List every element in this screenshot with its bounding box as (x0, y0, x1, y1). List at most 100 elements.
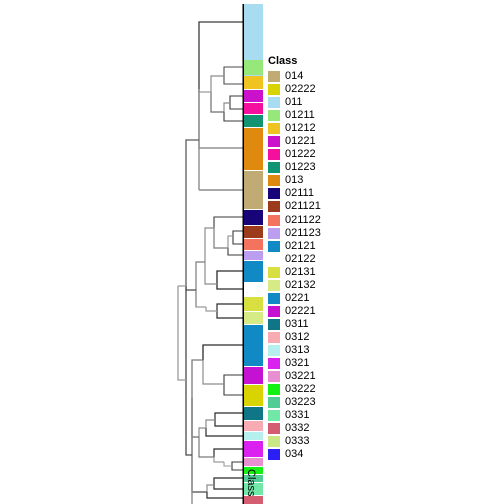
colorbar-segment[interactable] (244, 421, 263, 431)
legend-item[interactable]: 02111 (268, 187, 388, 200)
colorbar-segment[interactable] (244, 128, 263, 170)
legend-item[interactable]: 03221 (268, 370, 388, 383)
colorbar-segment[interactable] (244, 325, 263, 366)
legend-item-label: 01211 (285, 109, 315, 122)
legend-item-label: 02222 (285, 83, 316, 96)
legend-item[interactable]: 02121 (268, 240, 388, 253)
legend-swatch (268, 97, 280, 109)
legend-item[interactable]: 01221 (268, 135, 388, 148)
colorbar-segment[interactable] (244, 210, 263, 225)
legend-item[interactable]: 0333 (268, 435, 388, 448)
colorbar-segment[interactable] (244, 283, 263, 296)
legend-item[interactable]: 02222 (268, 83, 388, 96)
legend-item[interactable]: 0332 (268, 422, 388, 435)
legend-item-label: 02111 (285, 187, 314, 200)
legend-item[interactable]: 03223 (268, 396, 388, 409)
colorbar-segment[interactable] (244, 251, 263, 260)
legend-item[interactable]: 0312 (268, 331, 388, 344)
legend-item-label: 01221 (285, 135, 316, 148)
legend-item[interactable]: 02131 (268, 266, 388, 279)
colorbar-segment[interactable] (244, 458, 263, 466)
colorbar-edge (242, 4, 244, 504)
legend-item[interactable]: 01212 (268, 122, 388, 135)
legend-item-label: 01223 (285, 161, 316, 174)
legend-item[interactable]: 0313 (268, 344, 388, 357)
legend-item[interactable]: 01211 (268, 109, 388, 122)
legend-item[interactable]: 014 (268, 70, 388, 83)
legend-item-label: 0332 (285, 422, 310, 435)
dendrogram-plot (177, 4, 263, 504)
colorbar-segment[interactable] (244, 103, 263, 114)
legend-item-label: 0221 (285, 291, 310, 304)
legend-swatch (268, 201, 280, 213)
legend-item-label: 0311 (285, 317, 309, 330)
colorbar-segment[interactable] (244, 239, 263, 250)
legend-item-label: 01212 (285, 122, 316, 135)
colorbar-segment[interactable] (244, 432, 263, 440)
legend-swatch (268, 384, 280, 396)
legend-swatch (268, 305, 280, 317)
legend-title: Class (268, 55, 298, 67)
legend-swatch (268, 214, 280, 226)
legend-item-label: 02131 (285, 265, 316, 278)
legend-item[interactable]: 021123 (268, 227, 388, 240)
legend-swatch (268, 449, 280, 461)
legend-swatch (268, 331, 280, 343)
colorbar-segment[interactable] (244, 226, 263, 238)
legend-item[interactable]: 02132 (268, 279, 388, 292)
colorbar-segment[interactable] (244, 407, 263, 420)
legend-swatch (268, 84, 280, 96)
legend-item[interactable]: 011 (268, 96, 388, 109)
colorbar-segment[interactable] (244, 60, 263, 75)
legend-item-label: 013 (285, 174, 304, 187)
legend-item[interactable]: 0221 (268, 292, 388, 305)
legend-item[interactable]: 0331 (268, 409, 388, 422)
legend-item-label: 0331 (285, 409, 310, 422)
legend-swatch (268, 162, 280, 174)
colorbar-segment[interactable] (244, 90, 263, 102)
legend-item[interactable]: 021121 (268, 200, 388, 213)
colorbar-segment[interactable] (244, 297, 263, 311)
legend-item-label: 021122 (285, 213, 321, 226)
legend-item[interactable]: 02221 (268, 305, 388, 318)
legend-swatch (268, 423, 280, 435)
legend-item[interactable]: 034 (268, 448, 388, 461)
legend-item[interactable]: 021122 (268, 214, 388, 227)
legend-item-label: 021123 (285, 226, 321, 239)
legend-item-label: 0321 (285, 357, 310, 370)
colorbar-segment[interactable] (244, 385, 263, 406)
legend-item-label: 03223 (285, 396, 316, 409)
legend-swatch (268, 292, 280, 304)
colorbar-axis-label: Class (245, 469, 257, 497)
colorbar-segment[interactable] (244, 496, 263, 504)
legend-item[interactable]: 013 (268, 174, 388, 187)
legend-swatch (268, 318, 280, 330)
colorbar-segment[interactable] (244, 115, 263, 127)
legend-swatch (268, 371, 280, 383)
legend-swatch (268, 253, 280, 265)
legend-item-label: 03221 (285, 370, 316, 383)
legend-swatch (268, 149, 280, 161)
legend-swatch (268, 71, 280, 83)
legend-item[interactable]: 03222 (268, 383, 388, 396)
legend-swatch (268, 358, 280, 370)
legend-item-label: 0312 (285, 330, 310, 343)
colorbar-segment[interactable] (244, 171, 263, 209)
legend-item[interactable]: 0321 (268, 357, 388, 370)
legend-item[interactable]: 02122 (268, 253, 388, 266)
legend-swatch (268, 123, 280, 135)
legend-item[interactable]: 01222 (268, 148, 388, 161)
colorbar-segment[interactable] (244, 367, 263, 384)
legend-item-label: 02122 (285, 252, 316, 265)
class-legend: Class 014 02222 011 01211 01212 01221 01222 012… (268, 55, 388, 461)
legend-item[interactable]: 01223 (268, 161, 388, 174)
colorbar-segment[interactable] (244, 312, 263, 324)
colorbar-segment[interactable] (244, 76, 263, 89)
dendrogram-figure: Class 014 02222 011 01211 01212 01221 01222 012… (0, 0, 504, 504)
legend-item-label: 014 (285, 70, 304, 82)
legend-item-label: 011 (285, 96, 303, 109)
colorbar-segment[interactable] (244, 441, 263, 457)
colorbar-segment[interactable] (244, 261, 263, 282)
legend-item[interactable]: 0311 (268, 318, 388, 331)
legend-swatch (268, 279, 280, 291)
